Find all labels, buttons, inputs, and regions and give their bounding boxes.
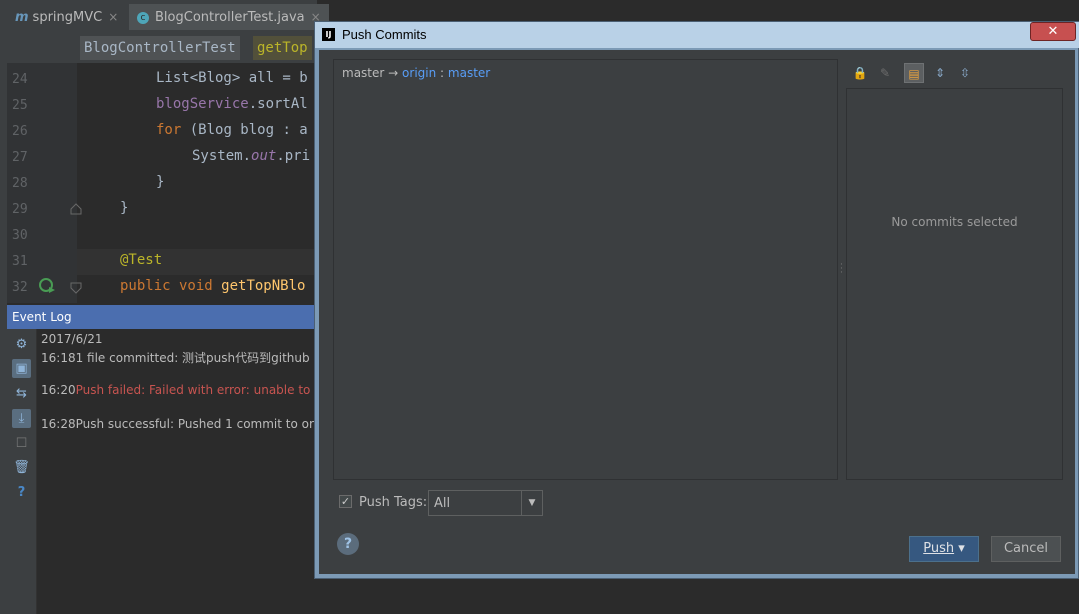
dialog-title-bar[interactable]: IJ Push Commits	[315, 22, 1079, 48]
code-token: getTopNBlo	[221, 278, 306, 294]
code-token: System.	[192, 148, 252, 164]
code-token: blogService	[156, 96, 249, 112]
editor-tab-bar: m springMVC × c BlogControllerTest.java ×	[7, 0, 329, 34]
log-time: 16:20	[41, 383, 76, 397]
code-line-31: @Test	[120, 252, 163, 268]
line-number: 28	[12, 176, 28, 191]
log-entry: 16:28Push successful: Pushed 1 commit to…	[41, 417, 325, 431]
code-line-25: blogService.sortAl	[156, 96, 308, 112]
line-number: 27	[12, 150, 28, 165]
line-number: 24	[12, 72, 28, 87]
push-button[interactable]: Push ▾	[909, 536, 979, 562]
breadcrumb: BlogControllerTest getTop	[7, 33, 317, 63]
balloon-icon[interactable]: ▣	[12, 359, 31, 378]
module-icon: m	[15, 10, 29, 25]
group-by-directory-icon[interactable]: ▤	[904, 63, 924, 83]
log-text: Push successful: Pushed 1 commit to orig	[75, 417, 325, 431]
push-tags-label[interactable]: Push Tags:	[359, 495, 427, 510]
remote-branch[interactable]: master	[448, 66, 490, 80]
run-test-icon[interactable]	[38, 277, 56, 295]
editor-gutter: 24 25 26 27 28 29 30 31 32	[7, 63, 82, 303]
dialog-title: Push Commits	[342, 27, 427, 42]
log-text: 1 file committed: 测试push代码到github	[75, 351, 310, 365]
lock-icon[interactable]: 🔒	[850, 63, 870, 83]
tab-springmvc[interactable]: m springMVC ×	[15, 6, 118, 28]
expand-all-icon[interactable]: ⇕	[930, 63, 950, 83]
scroll-to-end-icon[interactable]: ⤓	[12, 409, 31, 428]
trash-icon[interactable]: 🗑	[12, 458, 31, 477]
line-number: 30	[12, 228, 28, 243]
code-token: public void	[120, 278, 222, 294]
log-entry: 16:20Push failed: Failed with error: una…	[41, 383, 328, 397]
tab-label: springMVC	[32, 10, 103, 25]
line-number: 25	[12, 98, 28, 113]
tags-select[interactable]: All ▼	[428, 490, 543, 516]
settings-icon[interactable]: ⚙	[12, 335, 31, 354]
breadcrumb-class[interactable]: BlogControllerTest	[80, 36, 240, 60]
line-number: 31	[12, 254, 28, 269]
code-line-24: List<Blog> all = b	[156, 70, 308, 86]
code-line-28: }	[156, 174, 165, 190]
code-line-32: public void getTopNBlo	[120, 278, 305, 294]
code-token: .sortAl	[248, 96, 308, 112]
separator: :	[440, 66, 445, 80]
close-button[interactable]: ✕	[1030, 22, 1076, 41]
code-token: .pri	[276, 148, 311, 164]
line-number: 26	[12, 124, 28, 139]
collapse-all-icon[interactable]: ⇳	[955, 63, 975, 83]
log-entry: 16:181 file committed: 测试push代码到github	[41, 349, 310, 366]
chevron-down-icon[interactable]: ▼	[521, 491, 542, 515]
wrap-icon[interactable]: ⇆	[12, 384, 31, 403]
log-time: 16:28	[41, 417, 76, 431]
help-icon[interactable]: ?	[12, 483, 31, 502]
code-line-26: for (Blog blog : a	[156, 122, 308, 138]
intellij-icon: IJ	[322, 28, 335, 41]
commit-details-panel: No commits selected	[846, 88, 1063, 480]
log-time: 16:18	[41, 351, 76, 365]
close-icon[interactable]: ×	[108, 10, 118, 24]
push-tags-checkbox[interactable]: ✓	[339, 495, 352, 508]
event-log-title: Event Log	[12, 310, 72, 324]
event-log-content: 2017/6/21 16:181 file committed: 测试push代…	[37, 329, 328, 614]
tags-select-value: All	[434, 496, 451, 511]
mark-read-icon[interactable]: ☐	[12, 434, 31, 453]
log-date: 2017/6/21	[41, 332, 103, 346]
dropdown-arrow-icon: ▾	[958, 541, 965, 556]
splitter-handle[interactable]: · · ·	[840, 261, 845, 278]
commits-tree-panel[interactable]: master → origin : master	[333, 59, 838, 480]
edit-icon[interactable]: ✎	[875, 63, 895, 83]
line-number: 29	[12, 202, 28, 217]
code-editor[interactable]: List<Blog> all = b blogService.sortAl fo…	[77, 63, 317, 303]
code-line-29: }	[120, 200, 129, 216]
remote-name[interactable]: origin	[402, 66, 436, 80]
line-number: 32	[12, 280, 28, 295]
event-log-header[interactable]: Event Log	[7, 305, 317, 329]
local-branch: master	[342, 66, 385, 80]
push-label: Push	[923, 541, 955, 556]
code-token: (Blog blog : a	[181, 122, 308, 138]
log-text[interactable]: Push failed: Failed with error: unable t…	[76, 383, 329, 397]
help-button[interactable]: ?	[337, 533, 359, 555]
branch-row[interactable]: master → origin : master	[342, 66, 490, 80]
code-line-27: System.out.pri	[192, 148, 310, 164]
breadcrumb-method[interactable]: getTop	[253, 36, 312, 60]
tab-label: BlogControllerTest.java	[155, 10, 305, 25]
cancel-button[interactable]: Cancel	[991, 536, 1061, 562]
arrow-icon: →	[388, 66, 399, 80]
tab-blogcontrollertest[interactable]: c BlogControllerTest.java ×	[129, 4, 329, 30]
class-icon: c	[137, 11, 149, 24]
no-commits-label: No commits selected	[891, 215, 1018, 229]
code-token: for	[156, 122, 182, 138]
code-token: out	[251, 148, 277, 164]
event-log-toolbar: ⚙ ▣ ⇆ ⤓ ☐ 🗑 ?	[7, 329, 37, 614]
